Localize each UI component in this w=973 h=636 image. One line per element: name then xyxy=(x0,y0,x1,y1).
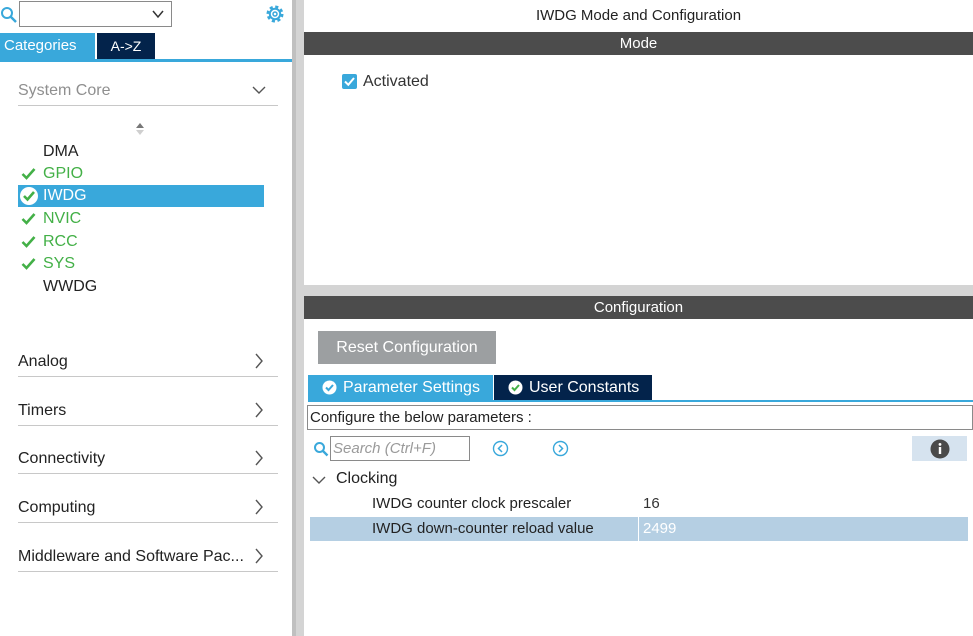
page-title: IWDG Mode and Configuration xyxy=(535,7,742,24)
param-value[interactable]: 2499 xyxy=(643,520,676,537)
chevron-down-icon[interactable] xyxy=(151,7,165,21)
right-panel: IWDG Mode and Configuration Mode Activat… xyxy=(304,0,973,636)
chevron-right-icon xyxy=(255,499,263,515)
category-label: Analog xyxy=(18,353,68,370)
category-label: System Core xyxy=(18,82,111,99)
parameters-description: Configure the below parameters : xyxy=(307,405,973,430)
sort-icon[interactable] xyxy=(134,122,146,136)
check-icon xyxy=(21,258,36,270)
check-icon xyxy=(21,213,36,225)
list-item-label: RCC xyxy=(43,233,78,250)
previous-result-icon[interactable] xyxy=(492,440,509,457)
check-circle-icon xyxy=(322,380,337,395)
mode-header: Mode xyxy=(304,32,973,55)
column-divider xyxy=(638,517,639,541)
tabs-underline xyxy=(0,59,292,62)
list-item-dma[interactable]: DMA xyxy=(18,141,264,163)
search-icon xyxy=(314,442,329,457)
left-panel: Categories A->Z System Core DMA GPIO IWD… xyxy=(0,0,292,636)
category-timers[interactable]: Timers xyxy=(18,398,278,426)
tab-parameter-settings[interactable]: Parameter Settings xyxy=(308,375,493,400)
category-label: Connectivity xyxy=(18,450,106,467)
parameter-search-input[interactable]: Search (Ctrl+F) xyxy=(330,436,470,461)
gear-icon[interactable] xyxy=(264,3,286,25)
check-circle-icon xyxy=(508,380,523,395)
configuration-header: Configuration xyxy=(304,296,973,319)
chevron-down-icon xyxy=(312,476,326,484)
list-item-label: SYS xyxy=(43,255,76,272)
list-item-rcc[interactable]: RCC xyxy=(18,231,264,253)
tab-a-to-z[interactable]: A->Z xyxy=(97,33,155,59)
list-item-label: DMA xyxy=(43,143,79,160)
check-icon xyxy=(344,77,355,87)
category-label: Computing xyxy=(18,499,96,516)
info-button[interactable] xyxy=(912,436,967,461)
category-label: Middleware and Software Pac... xyxy=(18,548,244,565)
reset-configuration-button[interactable]: Reset Configuration xyxy=(318,331,496,364)
scrollbar[interactable] xyxy=(292,0,296,636)
mode-area: Activated xyxy=(304,55,973,285)
chevron-right-icon xyxy=(255,450,263,466)
search-icon[interactable] xyxy=(0,6,18,24)
list-item-iwdg[interactable]: IWDG xyxy=(18,185,264,207)
list-item-nvic[interactable]: NVIC xyxy=(18,208,264,230)
check-icon xyxy=(21,168,36,180)
chevron-right-icon xyxy=(255,402,263,418)
list-item-gpio[interactable]: GPIO xyxy=(18,163,264,185)
table-row-prescaler[interactable]: IWDG counter clock prescaler 16 xyxy=(310,492,968,516)
info-icon xyxy=(930,439,950,459)
chevron-right-icon xyxy=(255,548,263,564)
tab-user-constants[interactable]: User Constants xyxy=(494,375,652,400)
tab-label: User Constants xyxy=(529,379,640,396)
param-name: IWDG counter clock prescaler xyxy=(372,495,572,512)
list-item-sys[interactable]: SYS xyxy=(18,253,264,275)
activated-label: Activated xyxy=(363,73,429,90)
table-row-reload-value[interactable]: IWDG down-counter reload value 2499 xyxy=(310,517,968,541)
list-item-label: GPIO xyxy=(43,165,84,182)
category-computing[interactable]: Computing xyxy=(18,495,278,523)
category-label: Timers xyxy=(18,402,67,419)
list-item-label: IWDG xyxy=(43,187,87,204)
panel-splitter[interactable] xyxy=(292,0,304,636)
group-label: Clocking xyxy=(336,470,398,487)
param-value[interactable]: 16 xyxy=(643,495,660,512)
check-icon xyxy=(21,236,36,248)
tab-label: Parameter Settings xyxy=(343,379,480,396)
list-item-label: NVIC xyxy=(43,210,82,227)
category-connectivity[interactable]: Connectivity xyxy=(18,446,278,474)
next-result-icon[interactable] xyxy=(552,440,569,457)
search-combo[interactable] xyxy=(19,1,172,27)
chevron-down-icon xyxy=(252,86,266,94)
list-item-label: WWDG xyxy=(43,278,98,295)
checkbox-box[interactable] xyxy=(342,74,357,89)
chevron-right-icon xyxy=(255,353,263,369)
list-item-wwdg[interactable]: WWDG xyxy=(18,276,264,298)
category-analog[interactable]: Analog xyxy=(18,349,278,377)
tab-categories[interactable]: Categories xyxy=(0,33,95,59)
section-divider xyxy=(304,285,973,296)
category-system-core[interactable]: System Core xyxy=(18,78,278,106)
category-middleware[interactable]: Middleware and Software Pac... xyxy=(18,544,278,572)
tabs-underline xyxy=(308,400,973,402)
param-name: IWDG down-counter reload value xyxy=(372,520,594,537)
check-circle-icon xyxy=(20,187,38,205)
